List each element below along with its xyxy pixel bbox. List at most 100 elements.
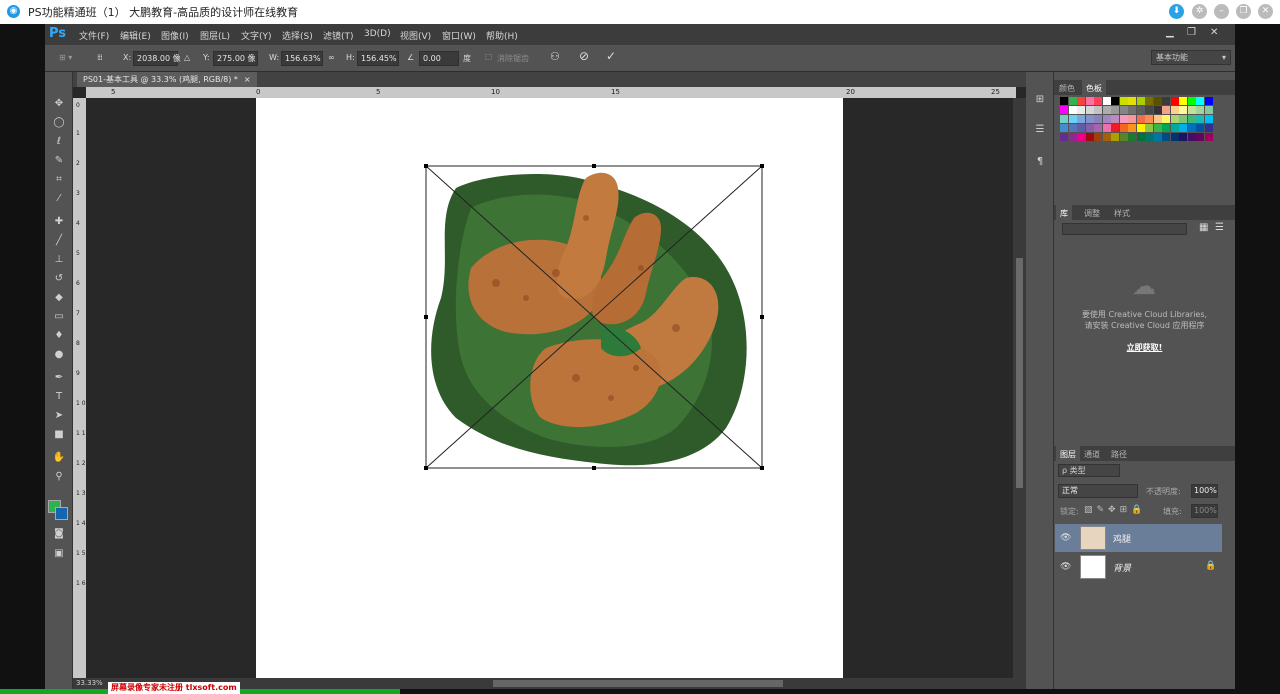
color-swatch[interactable] <box>1111 115 1119 123</box>
layer-row[interactable]: 👁 鸡腿 <box>1055 524 1222 552</box>
hand-tool-icon[interactable]: ✋ <box>51 450 67 466</box>
color-swatch[interactable] <box>1068 124 1077 132</box>
color-swatch[interactable] <box>1179 106 1187 114</box>
y-input[interactable]: 275.00 像 <box>213 51 258 66</box>
w-input[interactable]: 156.63% <box>281 51 323 66</box>
tab-color[interactable]: 颜色 <box>1059 83 1075 94</box>
stamp-tool-icon[interactable]: ⊥ <box>51 252 67 268</box>
horizontal-scroll-thumb[interactable] <box>493 680 783 687</box>
color-swatch[interactable] <box>1077 106 1085 114</box>
color-swatch[interactable] <box>1077 97 1085 105</box>
color-swatch[interactable] <box>1102 115 1111 123</box>
x-input[interactable]: 2038.00 像 <box>133 51 181 66</box>
color-swatch[interactable] <box>1085 133 1094 141</box>
color-swatch[interactable] <box>1102 97 1111 105</box>
document-tab[interactable]: PS01-基本工具 @ 33.3% (鸡腿, RGB/8) * × <box>77 72 257 87</box>
lasso-tool-icon[interactable]: ℓ <box>51 134 67 150</box>
color-swatch[interactable] <box>1128 97 1136 105</box>
color-swatch[interactable] <box>1077 115 1085 123</box>
tab-channels[interactable]: 通道 <box>1084 449 1100 460</box>
menu-layer[interactable]: 图层(L) <box>200 29 230 42</box>
color-swatch[interactable] <box>1077 124 1085 132</box>
color-swatch[interactable] <box>1162 106 1170 114</box>
quick-select-tool-icon[interactable]: ✎ <box>51 153 67 169</box>
dodge-tool-icon[interactable]: ● <box>51 347 67 363</box>
pen-tool-icon[interactable]: ✒ <box>51 370 67 386</box>
color-swatch[interactable] <box>1187 133 1196 141</box>
color-swatch[interactable] <box>1170 97 1179 105</box>
type-tool-icon[interactable]: T <box>51 389 67 405</box>
color-swatch[interactable] <box>1102 124 1111 132</box>
color-swatch[interactable] <box>1204 97 1213 105</box>
tab-swatches[interactable]: 色板 <box>1082 80 1106 95</box>
color-swatch[interactable] <box>1204 124 1213 132</box>
menu-select[interactable]: 选择(S) <box>282 29 313 42</box>
color-swatch[interactable] <box>1085 97 1094 105</box>
library-dropdown[interactable] <box>1062 223 1187 235</box>
color-swatch[interactable] <box>1170 133 1179 141</box>
tab-paths[interactable]: 路径 <box>1111 449 1127 460</box>
color-swatch[interactable] <box>1094 133 1102 141</box>
color-swatch[interactable] <box>1077 133 1085 141</box>
color-swatch[interactable] <box>1128 106 1136 114</box>
color-swatch[interactable] <box>1094 106 1102 114</box>
color-swatch[interactable] <box>1136 115 1145 123</box>
color-swatch[interactable] <box>1068 133 1077 141</box>
h-input[interactable]: 156.45% <box>357 51 399 66</box>
color-swatch[interactable] <box>1162 97 1170 105</box>
color-swatch[interactable] <box>1162 133 1170 141</box>
color-swatch[interactable] <box>1119 115 1128 123</box>
color-swatch[interactable] <box>1153 133 1162 141</box>
color-swatch[interactable] <box>1153 124 1162 132</box>
color-swatch[interactable] <box>1085 106 1094 114</box>
color-swatch[interactable] <box>1136 106 1145 114</box>
color-swatch[interactable] <box>1196 106 1204 114</box>
color-swatch[interactable] <box>1128 124 1136 132</box>
color-swatch[interactable] <box>1187 97 1196 105</box>
color-swatch[interactable] <box>1170 106 1179 114</box>
color-swatch[interactable] <box>1196 124 1204 132</box>
color-swatch[interactable] <box>1145 124 1153 132</box>
color-swatch[interactable] <box>1170 115 1179 123</box>
cc-get-now-link[interactable]: 立即获取! <box>1054 342 1235 354</box>
relative-position-icon[interactable]: △ <box>184 53 190 62</box>
history-brush-tool-icon[interactable]: ↺ <box>51 271 67 287</box>
menu-filter[interactable]: 滤镜(T) <box>323 29 354 42</box>
color-swatch[interactable] <box>1094 97 1102 105</box>
menu-file[interactable]: 文件(F) <box>79 29 109 42</box>
warp-icon[interactable]: ⚇ <box>550 50 560 63</box>
color-swatch[interactable] <box>1179 97 1187 105</box>
color-swatch[interactable] <box>1162 124 1170 132</box>
commit-transform-icon[interactable]: ✓ <box>606 49 616 63</box>
reference-point-icon[interactable]: ⁞⁞⁞ <box>97 53 103 62</box>
color-swatch[interactable] <box>1111 133 1119 141</box>
menu-edit[interactable]: 编辑(E) <box>120 29 151 42</box>
marquee-tool-icon[interactable]: ◯ <box>51 115 67 131</box>
color-swatch[interactable] <box>1060 124 1068 132</box>
opacity-input[interactable]: 100% <box>1191 484 1218 498</box>
menu-window[interactable]: 窗口(W) <box>442 29 476 42</box>
color-swatch[interactable] <box>1153 115 1162 123</box>
color-swatch[interactable] <box>1068 115 1077 123</box>
chicken-image[interactable] <box>256 98 843 678</box>
tab-adjustments[interactable]: 调整 <box>1084 208 1100 219</box>
color-swatch[interactable] <box>1145 133 1153 141</box>
color-swatch[interactable] <box>1196 97 1204 105</box>
color-swatch[interactable] <box>1136 124 1145 132</box>
eraser-tool-icon[interactable]: ◆ <box>51 290 67 306</box>
eyedropper-tool-icon[interactable]: ⁄ <box>51 191 67 207</box>
workspace-select[interactable]: 基本功能 ▾ <box>1151 50 1231 65</box>
list-view-icon[interactable]: ☰ <box>1215 222 1224 233</box>
tab-libraries[interactable]: 库 <box>1056 205 1072 220</box>
screen-mode-icon[interactable]: ▣ <box>51 546 67 562</box>
link-icon[interactable]: ∞ <box>328 53 335 62</box>
tab-close-icon[interactable]: × <box>244 75 251 84</box>
color-swatch[interactable] <box>1119 97 1128 105</box>
zoom-level[interactable]: 33.33% <box>76 679 103 687</box>
color-swatch[interactable] <box>1128 115 1136 123</box>
brush-tool-icon[interactable]: ╱ <box>51 233 67 249</box>
color-swatch[interactable] <box>1068 106 1077 114</box>
color-swatch[interactable] <box>1119 106 1128 114</box>
color-swatch[interactable] <box>1102 106 1111 114</box>
menu-view[interactable]: 视图(V) <box>400 29 431 42</box>
